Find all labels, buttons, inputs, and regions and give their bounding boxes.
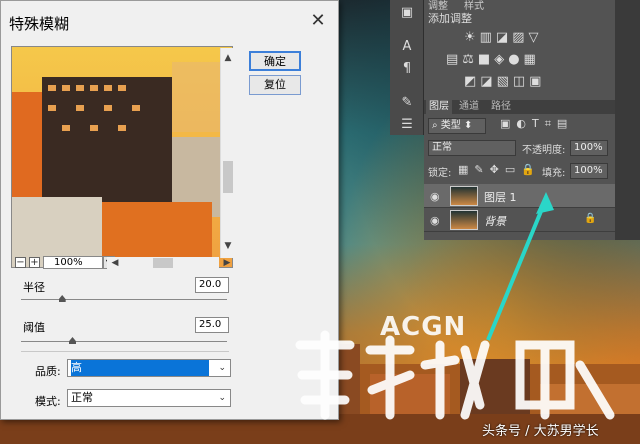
fill-label: 填充: xyxy=(542,168,566,179)
preview-vertical-scrollbar[interactable] xyxy=(220,48,234,258)
tab-layers[interactable]: 图层 xyxy=(426,100,452,114)
info-icon[interactable]: ▣ xyxy=(399,6,415,20)
character-icon[interactable]: A xyxy=(399,40,415,54)
threshold-input[interactable]: 25.0 xyxy=(195,317,229,333)
preview-vertical-thumb[interactable] xyxy=(223,161,233,193)
layer-thumbnail xyxy=(450,186,478,206)
radius-input[interactable]: 20.0 xyxy=(195,277,229,293)
zoom-in-button[interactable]: + xyxy=(29,257,40,268)
paragraph-icon[interactable]: ¶ xyxy=(399,62,415,76)
tool-presets-icon[interactable]: ☰ xyxy=(399,118,415,132)
radius-slider-track[interactable] xyxy=(21,299,227,300)
tool-strip: ▣ A ¶ ✎ ☰ xyxy=(390,0,424,135)
chevron-down-icon: ⌄ xyxy=(218,393,226,403)
quality-label: 品质: xyxy=(35,365,61,378)
watermark-acgn: ACGN xyxy=(380,312,467,342)
layers-tabs: 图层 通道 路径 xyxy=(424,100,615,114)
opacity-label: 不透明度: xyxy=(522,145,566,156)
special-blur-dialog: 特殊模糊 ✕ ▲ ▼ − + 100% ▼ ◀ ▶ 确定 复位 半径 20.0 … xyxy=(0,0,339,420)
filter-kind-select[interactable]: ⌕ 类型 ⬍ xyxy=(428,118,486,134)
watermark-footer: 头条号 / 大苏男学长 xyxy=(482,424,599,439)
fill-input[interactable]: 100% xyxy=(570,163,608,179)
filter-kind-value: 类型 xyxy=(440,120,461,131)
eye-icon[interactable]: ◉ xyxy=(430,190,440,203)
mode-label: 模式: xyxy=(35,395,61,408)
mode-value: 正常 xyxy=(71,391,93,404)
tab-adjust[interactable]: 调整 xyxy=(428,0,448,12)
adjust-icons-row-2[interactable]: ▤⚖■◈●▦ xyxy=(446,52,540,67)
scroll-right-icon[interactable]: ▶ xyxy=(221,258,233,268)
lock-icon: 🔒 xyxy=(584,213,597,224)
preview-image[interactable] xyxy=(11,46,233,268)
reset-button[interactable]: 复位 xyxy=(249,75,301,95)
lock-label: 锁定: xyxy=(428,168,452,179)
panel-scrollbar[interactable] xyxy=(615,0,640,240)
threshold-label: 阈值 xyxy=(23,321,45,334)
radius-slider-knob[interactable] xyxy=(58,295,66,302)
tab-channels[interactable]: 通道 xyxy=(456,100,482,114)
chevron-down-icon: ⌄ xyxy=(218,363,226,373)
layer-thumbnail xyxy=(450,210,478,230)
close-button[interactable]: ✕ xyxy=(305,9,331,35)
blend-mode-value: 正常 xyxy=(432,142,452,153)
zoom-level[interactable]: 100% xyxy=(43,256,103,269)
lock-icons[interactable]: ▦✎✥▭🔒 xyxy=(458,163,541,176)
adjust-title: 添加调整 xyxy=(428,12,472,25)
divider xyxy=(21,351,229,352)
dialog-title: 特殊模糊 xyxy=(9,15,70,33)
eye-icon[interactable]: ◉ xyxy=(430,214,440,227)
threshold-slider-track[interactable] xyxy=(21,341,227,342)
adjust-icons-row-1[interactable]: ☀▥◪▨▽ xyxy=(464,30,543,45)
blend-mode-select[interactable]: 正常 xyxy=(428,140,516,156)
ok-button[interactable]: 确定 xyxy=(249,51,301,71)
threshold-slider-knob[interactable] xyxy=(69,337,76,344)
tab-style[interactable]: 样式 xyxy=(464,0,484,12)
scroll-left-icon[interactable]: ◀ xyxy=(109,258,121,268)
preview-horizontal-thumb[interactable] xyxy=(153,258,173,268)
filter-icons[interactable]: ▣◐T⌗▤ xyxy=(500,117,573,131)
zoom-out-button[interactable]: − xyxy=(15,257,26,268)
brush-icon[interactable]: ✎ xyxy=(399,96,415,110)
quality-select[interactable]: 高 ⌄ xyxy=(67,359,231,377)
adjust-icons-row-3[interactable]: ◩◪▧◫▣ xyxy=(464,74,545,89)
scroll-down-icon[interactable]: ▼ xyxy=(222,241,234,251)
radius-label: 半径 xyxy=(23,281,45,294)
scroll-up-icon[interactable]: ▲ xyxy=(222,53,234,63)
tab-paths[interactable]: 路径 xyxy=(488,100,514,114)
mode-select[interactable]: 正常 ⌄ xyxy=(67,389,231,407)
opacity-input[interactable]: 100% xyxy=(570,140,608,156)
quality-value: 高 xyxy=(71,360,209,376)
